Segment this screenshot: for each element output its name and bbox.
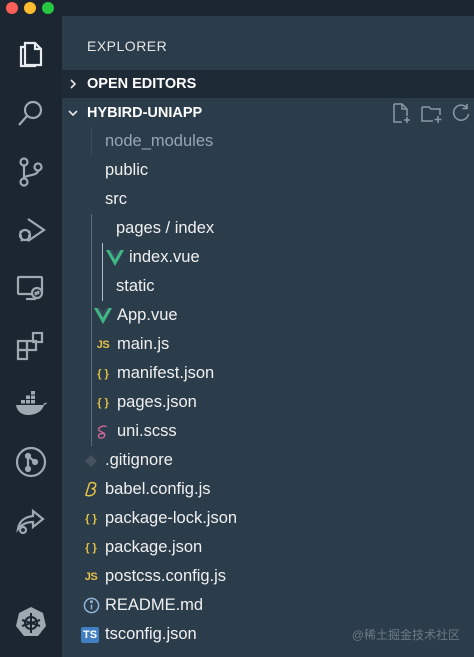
section-actions	[390, 99, 474, 127]
files-icon[interactable]	[0, 28, 62, 80]
info-icon	[81, 596, 101, 616]
extensions-icon[interactable]	[0, 320, 62, 372]
tree-item-index-vue[interactable]: index.vue	[62, 243, 474, 272]
tree-item-readme[interactable]: README.md	[62, 591, 474, 620]
git-graph-icon[interactable]	[0, 436, 62, 488]
tree-item-node-modules[interactable]: node_modules	[62, 127, 474, 156]
activity-bar	[0, 16, 62, 657]
json-icon: { }	[85, 541, 97, 554]
tree-item-gitignore[interactable]: .gitignore	[62, 446, 474, 475]
ts-icon: TS	[81, 626, 99, 643]
sass-icon	[93, 422, 113, 442]
git-icon	[81, 451, 101, 471]
tree-item-package-json[interactable]: { } package.json	[62, 533, 474, 562]
title-bar	[0, 0, 474, 16]
watermark: @稀土掘金技术社区	[351, 628, 460, 642]
tree-item-babel-config[interactable]: babel.config.js	[62, 475, 474, 504]
tree-item-static[interactable]: static	[62, 272, 474, 301]
open-editors-label: OPEN EDITORS	[87, 76, 197, 92]
babel-icon	[81, 480, 101, 500]
tree-item-postcss-config[interactable]: JS postcss.config.js	[62, 562, 474, 591]
new-folder-icon[interactable]	[420, 102, 442, 124]
tree-item-app-vue[interactable]: App.vue	[62, 301, 474, 330]
chevron-right-icon	[70, 79, 77, 89]
maximize-window-button[interactable]	[42, 2, 54, 14]
json-icon: { }	[97, 367, 109, 380]
tree-item-public[interactable]: public	[62, 156, 474, 185]
run-debug-icon[interactable]	[0, 204, 62, 256]
new-file-icon[interactable]	[390, 102, 412, 124]
project-section[interactable]: HYBIRD-UNIAPP	[62, 99, 474, 127]
tree-item-pages-json[interactable]: { } pages.json	[62, 388, 474, 417]
live-share-icon[interactable]	[0, 494, 62, 546]
open-editors-section[interactable]: OPEN EDITORS	[62, 70, 474, 98]
vue-icon	[105, 248, 125, 268]
js-icon: JS	[96, 338, 110, 351]
refresh-icon[interactable]	[450, 102, 472, 124]
remote-explorer-icon[interactable]	[0, 262, 62, 314]
tree-item-src[interactable]: src	[62, 185, 474, 214]
source-control-icon[interactable]	[0, 146, 62, 198]
json-icon: { }	[97, 396, 109, 409]
tree-item-pages-index[interactable]: pages / index	[62, 214, 474, 243]
chevron-down-icon	[68, 110, 78, 117]
explorer-sidebar: EXPLORER OPEN EDITORS HYBIRD-UNIAPP node…	[62, 16, 474, 657]
tree-item-uni-scss[interactable]: uni.scss	[62, 417, 474, 446]
kubernetes-icon[interactable]	[0, 596, 62, 648]
project-label: HYBIRD-UNIAPP	[87, 105, 203, 121]
vue-icon	[93, 306, 113, 326]
minimize-window-button[interactable]	[24, 2, 36, 14]
tree-item-main-js[interactable]: JS main.js	[62, 330, 474, 359]
tree-item-package-lock-json[interactable]: { } package-lock.json	[62, 504, 474, 533]
search-icon[interactable]	[0, 88, 62, 140]
json-icon: { }	[85, 512, 97, 525]
tree-item-manifest-json[interactable]: { } manifest.json	[62, 359, 474, 388]
js-icon: JS	[84, 570, 98, 583]
close-window-button[interactable]	[6, 2, 18, 14]
docker-icon[interactable]	[0, 378, 62, 430]
explorer-title: EXPLORER	[87, 38, 168, 54]
vscode-window: EXPLORER OPEN EDITORS HYBIRD-UNIAPP node…	[0, 0, 474, 657]
